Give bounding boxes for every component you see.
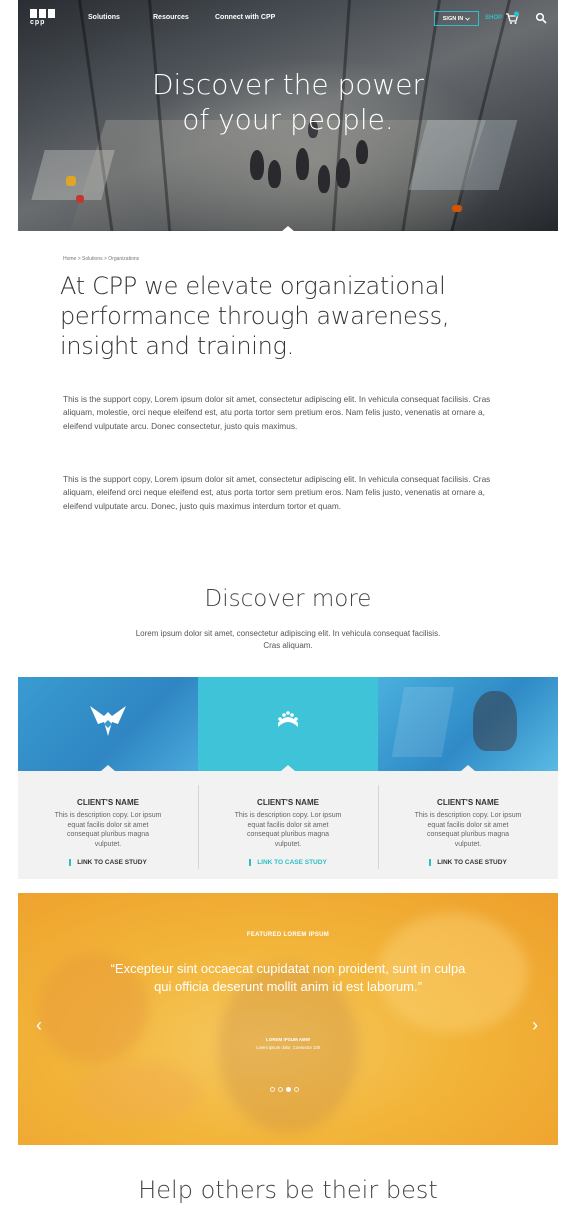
carousel-dot-active[interactable]	[286, 1087, 291, 1092]
case-study-link[interactable]: LINK TO CASE STUDY	[69, 859, 147, 867]
sign-in-button[interactable]: SIGN IN	[434, 11, 479, 26]
hero-banner: cpp Solutions Resources Connect with CPP…	[18, 0, 558, 231]
client-card: CLIENT'S NAME This is description copy. …	[198, 771, 378, 879]
nav-link-resources[interactable]: Resources	[153, 14, 189, 21]
carousel-dot[interactable]	[278, 1087, 283, 1092]
nav-link-connect[interactable]: Connect with CPP	[215, 14, 275, 21]
case-study-link[interactable]: LINK TO CASE STUDY	[429, 859, 507, 867]
page-frame: cpp Solutions Resources Connect with CPP…	[18, 0, 558, 1225]
client-description: This is description copy. Lor ipsum equa…	[414, 812, 522, 848]
client-description: This is description copy. Lor ipsum equa…	[54, 812, 162, 848]
shop-link[interactable]: SHOP	[485, 15, 502, 21]
chevron-down-icon	[465, 16, 471, 21]
page-headline: At CPP we elevate organizational perform…	[60, 272, 450, 360]
search-icon[interactable]	[535, 12, 547, 24]
client-tile-1[interactable]	[18, 677, 198, 771]
case-study-link[interactable]: LINK TO CASE STUDY	[249, 859, 327, 867]
client-tile-2[interactable]	[198, 677, 378, 771]
breadcrumb[interactable]: Home > Solutions > Organizations	[63, 256, 139, 262]
support-copy-1: This is the support copy, Lorem ipsum do…	[63, 394, 491, 431]
hero-title-line-2: of your people.	[182, 103, 394, 136]
client-name: CLIENT'S NAME	[257, 798, 319, 807]
featured-quote: “Excepteur sint occaecat cupidatat non p…	[110, 961, 466, 994]
client-name: CLIENT'S NAME	[77, 798, 139, 807]
page: cpp Solutions Resources Connect with CPP…	[0, 0, 563, 1225]
cpp-logo[interactable]: cpp	[30, 9, 56, 31]
client-description: This is description copy. Lor ipsum equa…	[234, 812, 342, 848]
discover-subtitle: Lorem ipsum dolor sit amet, consectetur …	[135, 629, 441, 650]
client-card: CLIENT'S NAME This is description copy. …	[18, 771, 198, 879]
hero-title-line-1: Discover the power	[151, 68, 425, 101]
featured-label: FEATURED LOREM IPSUM	[246, 932, 330, 938]
hero-notch	[281, 226, 295, 231]
client-tiles	[18, 677, 558, 771]
quote-author: LOREM IPSUM AMW	[265, 1037, 311, 1042]
discover-title: Discover more	[204, 586, 372, 612]
client-cards: CLIENT'S NAME This is description copy. …	[18, 771, 558, 879]
people-arc-icon	[278, 711, 298, 727]
support-copy-2: This is the support copy, Lorem ipsum do…	[63, 474, 491, 511]
client-card: CLIENT'S NAME This is description copy. …	[378, 771, 558, 879]
carousel-dot[interactable]	[270, 1087, 275, 1092]
carousel-next-arrow[interactable]: ›	[532, 1015, 538, 1036]
featured-carousel	[18, 893, 558, 1145]
help-section-title: Help others be their best	[138, 1176, 438, 1204]
cart-icon[interactable]	[505, 11, 520, 25]
client-tile-3[interactable]	[378, 677, 558, 771]
nav-link-solutions[interactable]: Solutions	[88, 14, 120, 21]
quote-author-title: Lorem ipsum dolor, Consectur 100	[255, 1045, 320, 1050]
air-force-wings-icon	[90, 706, 126, 736]
carousel-dot[interactable]	[294, 1087, 299, 1092]
top-navigation: cpp Solutions Resources Connect with CPP…	[18, 0, 558, 38]
carousel-dots	[270, 1087, 299, 1092]
carousel-prev-arrow[interactable]: ‹	[36, 1015, 42, 1036]
client-name: CLIENT'S NAME	[437, 798, 499, 807]
